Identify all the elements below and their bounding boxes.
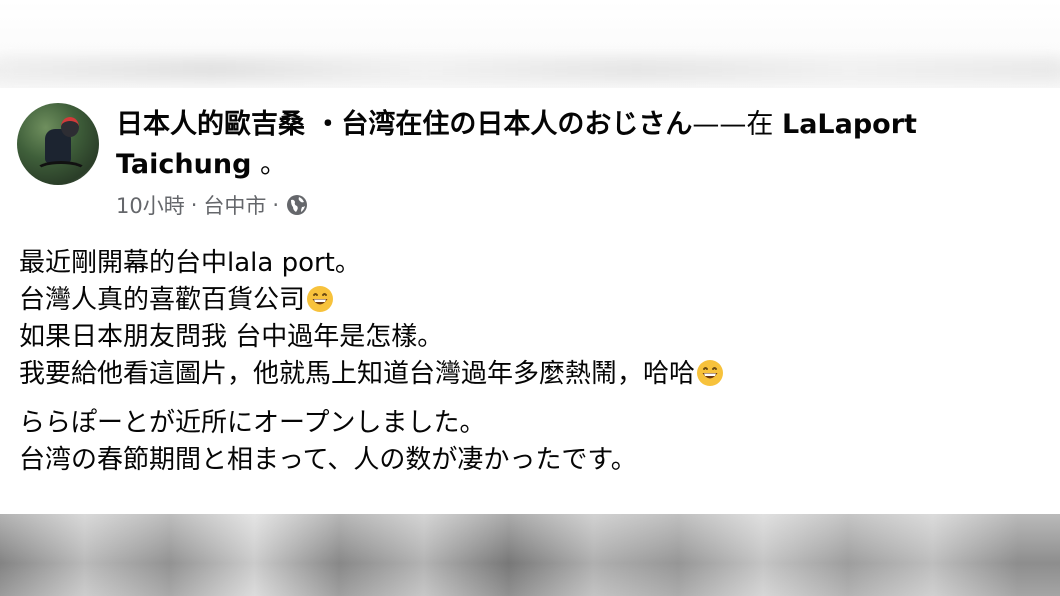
grinning-face-emoji-icon <box>697 360 724 386</box>
avatar-bike-wheel <box>35 161 87 181</box>
post-line: 如果日本朋友問我 台中過年是怎樣。 <box>19 322 444 352</box>
author-name[interactable]: 日本人的歐吉桑 ・台湾在住の日本人のおじさん <box>116 109 692 140</box>
post-body: 最近剛開幕的台中lala port。 台灣人真的喜歡百貨公司 如果日本朋友問我 … <box>19 245 725 479</box>
post-line: 我要給他看這圖片，他就馬上知道台灣過年多麼熱鬧，哈哈 <box>19 356 725 393</box>
post-header: 日本人的歐吉桑 ・台湾在住の日本人のおじさん——在 LaLaport Taich… <box>116 105 1016 185</box>
grinning-face-emoji-icon <box>307 286 334 312</box>
blurred-photo-preview[interactable] <box>0 514 1060 596</box>
location-connector: ——在 <box>692 109 782 140</box>
post-line: 台湾の春節期間と相まって、人の数が凄かったです。 <box>19 445 637 475</box>
meta-separator: · <box>272 193 280 217</box>
location-suffix: 。 <box>251 149 288 180</box>
facebook-post: 日本人的歐吉桑 ・台湾在住の日本人のおじさん——在 LaLaport Taich… <box>0 88 1060 514</box>
post-place[interactable]: 台中市 <box>203 190 266 220</box>
post-line: 台灣人真的喜歡百貨公司 <box>19 282 725 319</box>
post-time[interactable]: 10小時 <box>116 190 185 220</box>
post-meta: 10小時 · 台中市 · <box>116 190 309 220</box>
post-line-text: 台灣人真的喜歡百貨公司 <box>19 285 306 315</box>
post-line: 最近剛開幕的台中lala port。 <box>19 248 361 278</box>
globe-icon[interactable] <box>285 193 309 217</box>
blurred-top-image <box>0 0 1060 88</box>
avatar[interactable] <box>17 103 99 185</box>
meta-separator: · <box>190 193 198 217</box>
post-line: ららぽーとが近所にオープンしました。 <box>19 408 486 438</box>
post-line-text: 我要給他看這圖片，他就馬上知道台灣過年多麼熱鬧，哈哈 <box>19 359 696 389</box>
avatar-rider-helmet <box>61 117 79 137</box>
